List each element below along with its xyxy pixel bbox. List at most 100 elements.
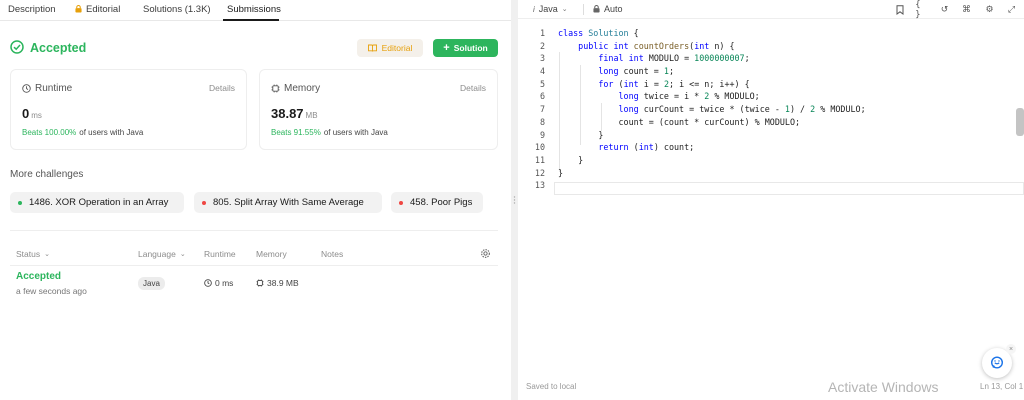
check-circle-icon xyxy=(10,40,24,54)
row-time: a few seconds ago xyxy=(16,286,87,296)
line-number: 4 xyxy=(539,66,545,77)
memory-value: 38.87 MB xyxy=(271,106,318,121)
line-number: 8 xyxy=(539,116,545,127)
runtime-details-link[interactable]: Details xyxy=(209,83,235,93)
code-line: 9 } xyxy=(518,129,1024,142)
code-line: 10 return (int) count; xyxy=(518,141,1024,154)
code-text: long twice = i * 2 % MODULO; xyxy=(618,91,760,102)
column-status-label: Status xyxy=(16,249,41,259)
expand-icon[interactable]: ⤢ xyxy=(1005,3,1018,16)
line-number: 7 xyxy=(539,104,545,115)
code-line: 6 long twice = i * 2 % MODULO; xyxy=(518,90,1024,103)
bookmark-icon[interactable] xyxy=(893,3,906,16)
code-text: } xyxy=(558,129,604,140)
code-text: class Solution { xyxy=(558,28,639,38)
app-root: Description Editorial Solutions (1.3K) S… xyxy=(0,0,1024,400)
solution-button[interactable]: + Solution xyxy=(433,39,498,57)
challenge-chip[interactable]: 1486. XOR Operation in an Array xyxy=(10,192,184,213)
challenge-chip[interactable]: 805. Split Array With Same Average xyxy=(194,192,382,213)
auto-mode-toggle[interactable]: Auto xyxy=(593,4,623,14)
line-number: 3 xyxy=(539,53,545,64)
info-icon: i xyxy=(533,4,535,14)
challenge-label: 805. Split Array With Same Average xyxy=(213,197,364,208)
column-notes-header: Notes xyxy=(321,249,344,259)
lock-icon xyxy=(75,5,82,13)
left-panel: Description Editorial Solutions (1.3K) S… xyxy=(0,0,511,400)
tab-solutions[interactable]: Solutions (1.3K) xyxy=(143,4,211,15)
panel-splitter[interactable] xyxy=(511,0,518,400)
language-badge: Java xyxy=(138,277,165,290)
line-number: 1 xyxy=(539,28,545,38)
column-memory-header: Memory xyxy=(256,249,287,259)
format-code-icon[interactable]: { } xyxy=(915,0,928,20)
tab-editorial-label: Editorial xyxy=(86,4,121,15)
code-text: final int MODULO = 1000000007; xyxy=(598,53,750,64)
close-icon[interactable]: × xyxy=(1006,344,1016,354)
challenge-chip[interactable]: 458. Poor Pigs xyxy=(391,192,483,213)
code-line: 5 for (int i = 2; i <= n; i++) { xyxy=(518,78,1024,91)
chat-icon xyxy=(990,356,1004,369)
chevron-down-icon: ⌄ xyxy=(44,251,50,258)
code-line: 8 count = (count * curCount) % MODULO; xyxy=(518,116,1024,129)
memory-beats-pct: Beats 91.55% xyxy=(271,128,321,137)
line-number: 13 xyxy=(534,180,545,191)
row-status[interactable]: Accepted xyxy=(16,271,61,282)
memory-details-link[interactable]: Details xyxy=(460,83,486,93)
row-runtime-value: 0 ms xyxy=(215,278,234,288)
code-line: 4 long count = 1; xyxy=(518,65,1024,78)
tab-submissions[interactable]: Submissions xyxy=(227,4,281,15)
code-line: 13 xyxy=(518,179,1024,192)
runtime-number: 0 xyxy=(22,106,30,121)
table-header-divider xyxy=(10,265,498,266)
settings-icon[interactable]: ⚙ xyxy=(983,3,996,16)
toolbar-divider xyxy=(583,4,584,15)
line-number: 5 xyxy=(539,78,545,89)
runtime-value: 0 ms xyxy=(22,106,42,121)
language-select[interactable]: i Java ⌄ xyxy=(533,4,568,14)
editorial-button[interactable]: Editorial xyxy=(357,39,423,57)
line-number: 2 xyxy=(539,40,545,51)
tab-editorial[interactable]: Editorial xyxy=(75,4,120,15)
chevron-down-icon: ⌄ xyxy=(179,251,186,258)
saved-status: Saved to local xyxy=(526,382,577,391)
code-line: 11 } xyxy=(518,154,1024,167)
editor-scrollbar[interactable] xyxy=(1016,108,1024,136)
clock-icon xyxy=(204,279,212,287)
difficulty-dot xyxy=(399,200,403,205)
book-icon xyxy=(367,44,377,52)
accepted-status: Accepted xyxy=(30,41,87,55)
tab-bar: Description Editorial Solutions (1.3K) S… xyxy=(0,0,511,21)
tab-description[interactable]: Description xyxy=(8,4,56,15)
plus-icon: + xyxy=(443,41,450,54)
command-icon[interactable]: ⌘ xyxy=(960,3,973,16)
memory-beats: Beats 91.55% of users with Java xyxy=(271,128,388,137)
language-select-label: Java xyxy=(538,4,558,14)
chip-icon xyxy=(271,84,280,93)
line-number: 9 xyxy=(539,129,545,140)
reset-icon[interactable]: ↺ xyxy=(938,3,951,16)
runtime-title-label: Runtime xyxy=(35,83,73,94)
runtime-card[interactable]: Runtime Details 0 ms Beats 100.00% of user… xyxy=(10,69,247,150)
memory-number: 38.87 xyxy=(271,106,304,121)
lock-icon xyxy=(593,5,600,13)
runtime-beats: Beats 100.00% of users with Java xyxy=(22,128,143,137)
line-number: 10 xyxy=(534,142,545,153)
auto-mode-label: Auto xyxy=(604,4,623,14)
gear-icon[interactable] xyxy=(480,248,491,259)
row-memory: 38.9 MB xyxy=(256,278,299,288)
code-line: 2 public int countOrders(int n) { xyxy=(518,40,1024,53)
chip-icon xyxy=(256,279,264,287)
clock-icon xyxy=(22,84,31,93)
column-language-header[interactable]: Language ⌄ xyxy=(138,249,186,259)
column-status-header[interactable]: Status ⌄ xyxy=(16,249,50,259)
windows-watermark: Activate Windows xyxy=(828,379,939,395)
runtime-title: Runtime xyxy=(22,83,72,94)
memory-card[interactable]: Memory Details 38.87 MB Beats 91.55% of us… xyxy=(259,69,498,150)
row-runtime: 0 ms xyxy=(204,278,233,288)
section-divider xyxy=(10,230,498,231)
code-text: public int countOrders(int n) { xyxy=(578,40,735,51)
code-editor[interactable]: 1 class Solution { 2 public int countOrde… xyxy=(518,27,1024,192)
difficulty-dot xyxy=(202,200,206,205)
column-runtime-header: Runtime xyxy=(204,249,236,259)
runtime-unit: ms xyxy=(31,111,42,120)
